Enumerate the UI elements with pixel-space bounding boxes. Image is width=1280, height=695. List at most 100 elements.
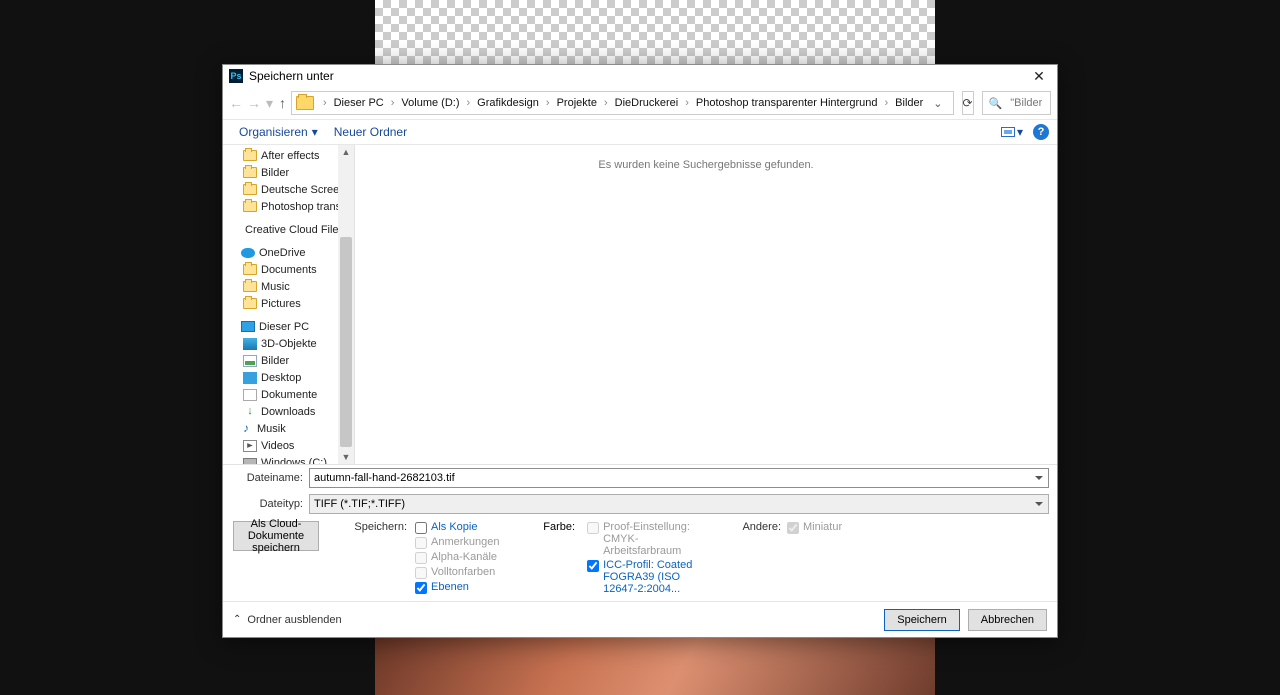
tree-item[interactable]: Music xyxy=(223,278,354,295)
tree-item[interactable]: ♪ Musik xyxy=(223,420,354,437)
chevron-down-icon: ▾ xyxy=(312,125,318,139)
tree-item[interactable]: After effects xyxy=(223,147,354,164)
color-options-label: Farbe: xyxy=(537,521,581,595)
crumb[interactable]: Dieser PC xyxy=(330,97,388,109)
crumb[interactable]: Bilder xyxy=(891,97,927,109)
nav-up-button[interactable]: ↑ xyxy=(278,92,287,114)
folder-icon xyxy=(243,167,257,178)
chevron-right-icon: › xyxy=(682,97,692,109)
cancel-button[interactable]: Abbrechen xyxy=(968,609,1047,631)
new-folder-button[interactable]: Neuer Ordner xyxy=(326,125,415,139)
dialog-footer: ⌃ Ordner ausblenden Speichern Abbrechen xyxy=(223,601,1057,637)
scroll-thumb[interactable] xyxy=(340,237,352,447)
crumb[interactable]: Projekte xyxy=(553,97,601,109)
checkbox-proof-setup: Proof-Einstellung: CMYK-Arbeitsfarbraum xyxy=(587,521,707,557)
tree-label: Desktop xyxy=(261,372,301,384)
scroll-up-icon[interactable]: ▲ xyxy=(338,145,354,159)
folder-icon xyxy=(243,150,257,161)
folder-icon xyxy=(243,201,257,212)
tree-label: Windows (C:) xyxy=(261,457,327,465)
tree-item[interactable]: Windows (C:) xyxy=(223,454,354,464)
tree-label: Videos xyxy=(261,440,294,452)
crumb[interactable]: Volume (D:) xyxy=(397,97,463,109)
3d-objects-icon xyxy=(243,338,257,350)
chevron-right-icon: › xyxy=(463,97,473,109)
tree-item[interactable]: Photoshop transparente xyxy=(223,198,354,215)
chevron-down-icon: ▾ xyxy=(1017,125,1023,139)
filename-row: Dateiname: autumn-fall-hand-2682103.tif xyxy=(223,465,1057,491)
filetype-select[interactable]: TIFF (*.TIF;*.TIFF) xyxy=(309,494,1049,514)
checkbox-annotations: Anmerkungen xyxy=(415,536,517,549)
tree-item-this-pc[interactable]: Dieser PC xyxy=(223,318,354,335)
filename-value: autumn-fall-hand-2682103.tif xyxy=(314,472,455,484)
breadcrumb-history-dropdown[interactable]: ⌄ xyxy=(927,97,948,110)
tree-label: Musik xyxy=(257,423,286,435)
breadcrumb[interactable]: › Dieser PC › Volume (D:) › Grafikdesign… xyxy=(291,91,954,115)
titlebar: Ps Speichern unter ✕ xyxy=(223,65,1057,87)
search-input[interactable] xyxy=(1008,96,1044,110)
view-mode-dropdown[interactable]: ▾ xyxy=(1001,125,1023,139)
tree-item[interactable]: Bilder xyxy=(223,352,354,369)
desktop-icon xyxy=(243,372,257,384)
chevron-right-icon: › xyxy=(388,97,398,109)
hide-folders-toggle[interactable]: ⌃ Ordner ausblenden xyxy=(233,614,342,626)
filename-input[interactable]: autumn-fall-hand-2682103.tif xyxy=(309,468,1049,488)
filetype-label: Dateityp: xyxy=(223,498,309,510)
hide-folders-label: Ordner ausblenden xyxy=(247,614,341,626)
tree-item[interactable]: Bilder xyxy=(223,164,354,181)
tree-item[interactable]: ↓Downloads xyxy=(223,403,354,420)
close-button[interactable]: ✕ xyxy=(1027,66,1051,86)
pictures-icon xyxy=(243,355,257,367)
chevron-right-icon: › xyxy=(601,97,611,109)
other-options-label: Andere: xyxy=(727,521,787,534)
file-list-area: Es wurden keine Suchergebnisse gefunden. xyxy=(355,145,1057,464)
empty-message: Es wurden keine Suchergebnisse gefunden. xyxy=(598,159,813,171)
tree-item[interactable]: Videos xyxy=(223,437,354,454)
folder-icon xyxy=(243,298,257,309)
tree-item[interactable]: Dokumente xyxy=(223,386,354,403)
crumb[interactable]: DieDruckerei xyxy=(611,97,683,109)
nav-forward-button[interactable]: → xyxy=(247,92,261,114)
save-as-dialog: Ps Speichern unter ✕ ← → ▾ ↑ › Dieser PC… xyxy=(222,64,1058,638)
documents-icon xyxy=(243,389,257,401)
search-field[interactable]: 🔍 xyxy=(982,91,1051,115)
crumb[interactable]: Photoshop transparenter Hintergrund xyxy=(692,97,882,109)
tree-item[interactable]: Pictures xyxy=(223,295,354,312)
tree-scrollbar[interactable]: ▲ ▼ xyxy=(338,145,354,464)
chevron-right-icon: › xyxy=(543,97,553,109)
organize-menu[interactable]: Organisieren ▾ xyxy=(231,125,326,139)
music-icon: ♪ xyxy=(243,423,253,435)
checkbox-spot-colors: Volltonfarben xyxy=(415,566,517,579)
search-icon: 🔍 xyxy=(989,97,1003,110)
checkbox-layers[interactable]: Ebenen xyxy=(415,581,517,594)
checkbox-icc-profile[interactable]: ICC-Profil: Coated FOGRA39 (ISO 12647-2:… xyxy=(587,559,707,595)
tree-label: Documents xyxy=(261,264,317,276)
tree-label: Dieser PC xyxy=(259,321,309,333)
crumb[interactable]: Grafikdesign xyxy=(473,97,543,109)
checkbox-thumbnail: Miniatur xyxy=(787,521,842,534)
scroll-down-icon[interactable]: ▼ xyxy=(338,450,354,464)
tree-label: Bilder xyxy=(261,167,289,179)
refresh-button[interactable]: ⟳ xyxy=(962,91,974,115)
help-button[interactable]: ? xyxy=(1033,124,1049,140)
app-icon: Ps xyxy=(229,69,243,83)
save-options-label: Speichern: xyxy=(339,521,415,534)
tree-item[interactable]: Deutsche Screenshots xyxy=(223,181,354,198)
save-cloud-button[interactable]: Als Cloud-Dokumente speichern xyxy=(233,521,319,551)
nav-row: ← → ▾ ↑ › Dieser PC › Volume (D:) › Graf… xyxy=(223,87,1057,119)
drive-icon xyxy=(243,458,257,465)
folder-tree[interactable]: After effects Bilder Deutsche Screenshot… xyxy=(223,145,355,464)
nav-recent-button[interactable]: ▾ xyxy=(265,92,274,114)
tree-item-onedrive[interactable]: OneDrive xyxy=(223,244,354,261)
tree-item[interactable]: 3D-Objekte xyxy=(223,335,354,352)
tree-item[interactable]: Desktop xyxy=(223,369,354,386)
tree-item[interactable]: Documents xyxy=(223,261,354,278)
filetype-value: TIFF (*.TIF;*.TIFF) xyxy=(314,498,405,510)
nav-back-button[interactable]: ← xyxy=(229,92,243,114)
tree-item-creative-cloud[interactable]: Creative Cloud Files xyxy=(223,221,354,238)
view-icon xyxy=(1001,127,1015,137)
save-button[interactable]: Speichern xyxy=(884,609,960,631)
checkbox-as-copy[interactable]: Als Kopie xyxy=(415,521,477,534)
downloads-icon: ↓ xyxy=(243,406,257,418)
folder-icon xyxy=(243,264,257,275)
